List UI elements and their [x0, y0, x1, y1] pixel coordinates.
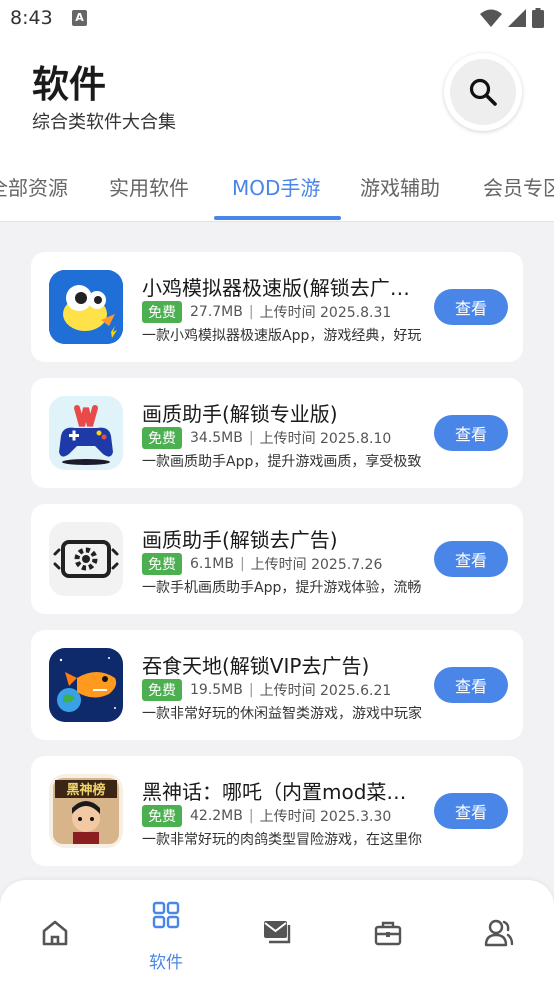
users-icon: [484, 919, 514, 947]
app-title: 画质助手(解锁专业版): [142, 402, 338, 426]
app-card[interactable]: 吞食天地(解锁VIP去广告) 免费 19.5MB | 上传时间 2025.6.2…: [31, 630, 523, 740]
app-upload-time: 上传时间 2025.8.31: [259, 305, 392, 321]
view-button[interactable]: 查看: [434, 289, 508, 325]
app-size: 6.1MB: [190, 556, 234, 572]
app-title: 小鸡模拟器极速版(解锁去广告): [142, 276, 412, 300]
app-meta: 免费 6.1MB | 上传时间 2025.7.26: [142, 553, 382, 575]
free-badge: 免费: [142, 679, 182, 701]
free-badge: 免费: [142, 805, 182, 827]
meta-divider: |: [239, 556, 245, 572]
app-upload-time: 上传时间 2025.7.26: [250, 557, 383, 573]
app-size: 42.2MB: [190, 808, 243, 824]
gear-screen-icon: [49, 522, 123, 596]
mail-icon: [264, 921, 291, 944]
search-button[interactable]: [444, 53, 522, 131]
app-card[interactable]: 画质助手(解锁去广告) 免费 6.1MB | 上传时间 2025.7.26 一款…: [31, 504, 523, 614]
bottom-nav: 软件: [0, 880, 554, 984]
app-size: 27.7MB: [190, 304, 243, 320]
meta-divider: |: [248, 430, 254, 446]
app-title: 画质助手(解锁去广告): [142, 528, 338, 552]
page-title: 软件: [32, 63, 106, 106]
tab-active-indicator: [214, 216, 341, 220]
nav-item-software[interactable]: 软件: [111, 880, 221, 984]
status-bar: 8:43 A: [0, 0, 554, 38]
view-button[interactable]: 查看: [434, 667, 508, 703]
nav-item-profile[interactable]: [444, 880, 554, 984]
tab-vip-zone[interactable]: 会员专区: [483, 172, 554, 201]
meta-divider: |: [248, 808, 254, 824]
view-button[interactable]: 查看: [434, 793, 508, 829]
home-icon: [42, 920, 68, 946]
app-card[interactable]: 小鸡模拟器极速版(解锁去广告) 免费 27.7MB | 上传时间 2025.8.…: [31, 252, 523, 362]
app-upload-time: 上传时间 2025.3.30: [259, 809, 392, 825]
app-size: 34.5MB: [190, 430, 243, 446]
notification-icon: A: [72, 10, 87, 26]
page-subtitle: 综合类软件大合集: [32, 112, 176, 133]
app-description: 一款非常好玩的肉鸽类型冒险游戏，在这里你: [142, 832, 422, 848]
free-badge: 免费: [142, 427, 182, 449]
tab-mod-games[interactable]: MOD手游: [232, 172, 320, 201]
app-description: 一款手机画质助手App，提升游戏体验，流畅: [142, 580, 422, 596]
app-card[interactable]: 黑神榜 黑神话：哪吒（内置mod菜单） 免费 42.2MB | 上传时间 202…: [31, 756, 523, 866]
app-meta: 免费 27.7MB | 上传时间 2025.8.31: [142, 301, 391, 323]
app-meta: 免费 19.5MB | 上传时间 2025.6.21: [142, 679, 391, 701]
app-card[interactable]: 画质助手(解锁专业版) 免费 34.5MB | 上传时间 2025.8.10 一…: [31, 378, 523, 488]
tab-all-resources[interactable]: 全部资源: [0, 172, 68, 201]
search-button-inner: [450, 59, 516, 125]
signal-icon: [508, 9, 526, 27]
app-title: 黑神话：哪吒（内置mod菜单）: [142, 780, 412, 804]
search-icon: [469, 78, 497, 106]
free-badge: 免费: [142, 301, 182, 323]
status-time: 8:43: [10, 7, 53, 29]
category-tabs: 全部资源 实用软件 MOD手游 游戏辅助 会员专区: [0, 160, 554, 222]
chicken-emulator-icon: [49, 270, 123, 344]
nav-item-home[interactable]: [0, 880, 110, 984]
nav-label-software: 软件: [149, 953, 183, 973]
tab-game-assist[interactable]: 游戏辅助: [360, 172, 440, 201]
fish-game-icon: [49, 648, 123, 722]
meta-divider: |: [248, 304, 254, 320]
toolbox-icon: [374, 921, 402, 946]
app-upload-time: 上传时间 2025.8.10: [259, 431, 392, 447]
top-area: 8:43 A 软件 综合类软件大合集 全部资源 实用软件 MOD手游 游戏辅助 …: [0, 0, 554, 222]
app-description: 一款小鸡模拟器极速版App，游戏经典，好玩: [142, 328, 422, 344]
free-badge: 免费: [142, 553, 182, 575]
view-button[interactable]: 查看: [434, 541, 508, 577]
icon-caption: 黑神榜: [66, 782, 105, 798]
gamepad-icon: [49, 396, 123, 470]
app-description: 一款非常好玩的休闲益智类游戏，游戏中玩家: [142, 706, 422, 722]
app-meta: 免费 42.2MB | 上传时间 2025.3.30: [142, 805, 391, 827]
grid-icon: [152, 901, 180, 929]
app-title: 吞食天地(解锁VIP去广告): [142, 654, 370, 678]
nezha-game-icon: 黑神榜: [49, 774, 123, 848]
battery-icon: [532, 8, 544, 28]
wifi-icon: [480, 9, 502, 27]
meta-divider: |: [248, 682, 254, 698]
app-meta: 免费 34.5MB | 上传时间 2025.8.10: [142, 427, 391, 449]
app-size: 19.5MB: [190, 682, 243, 698]
nav-item-messages[interactable]: [222, 880, 332, 984]
status-icons: [480, 8, 544, 28]
app-description: 一款画质助手App，提升游戏画质，享受极致: [142, 454, 422, 470]
tab-utility-software[interactable]: 实用软件: [109, 172, 189, 201]
view-button[interactable]: 查看: [434, 415, 508, 451]
nav-item-toolbox[interactable]: [333, 880, 443, 984]
app-upload-time: 上传时间 2025.6.21: [259, 683, 392, 699]
